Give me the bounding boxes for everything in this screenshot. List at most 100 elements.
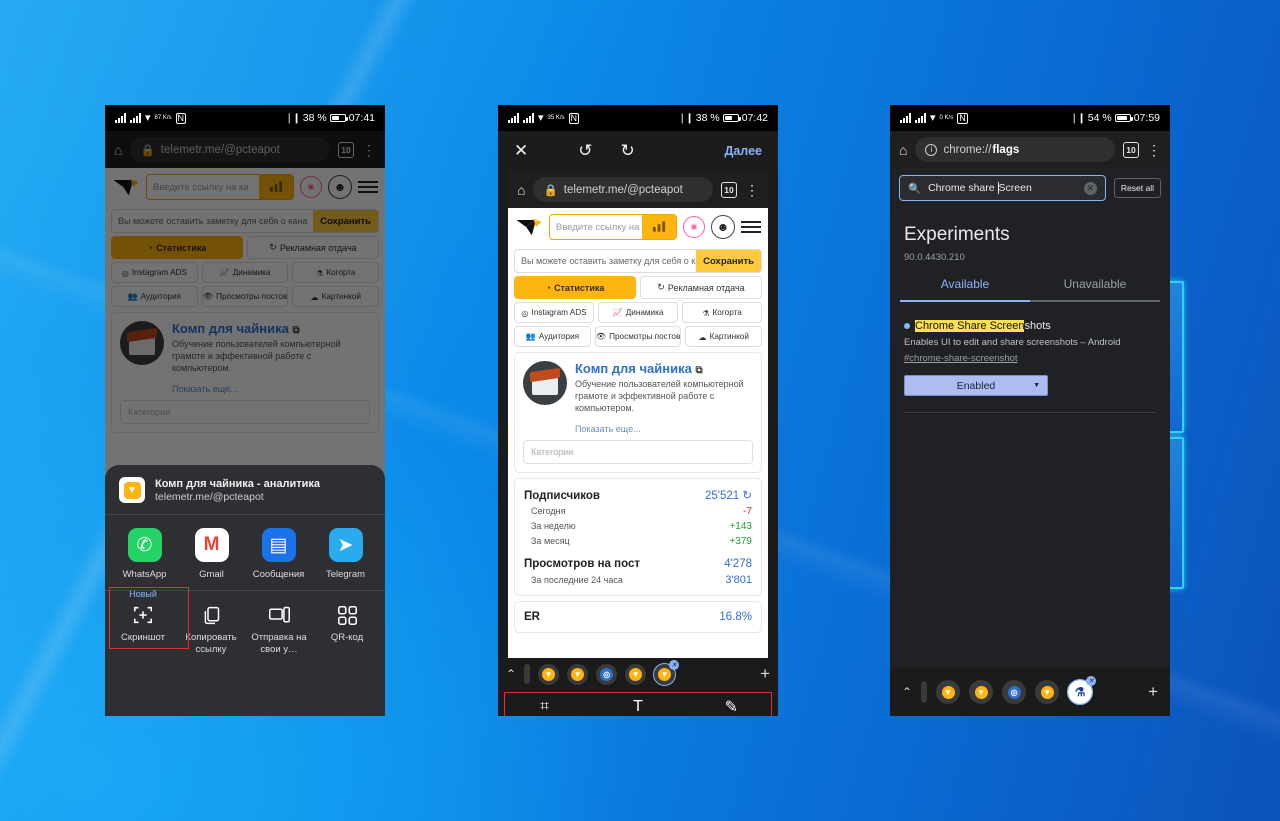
chip-cohort[interactable]: ⚗ Когорта — [682, 302, 762, 323]
eye-icon: 👁 — [595, 331, 607, 341]
close-icon[interactable]: ✕ — [514, 141, 528, 161]
tab-available[interactable]: Available — [900, 277, 1030, 300]
note-field[interactable]: Вы можете оставить заметку для себя о ка… — [514, 249, 762, 273]
menu-kebab-icon[interactable]: ⋮ — [745, 183, 759, 197]
people-icon: 👥 — [525, 331, 536, 341]
share-app-whatsapp[interactable]: ✆ WhatsApp — [111, 528, 178, 580]
gauge-icon: ◔ — [545, 282, 552, 293]
menu-kebab-icon[interactable]: ⋮ — [1147, 143, 1161, 157]
thumbnail-chip-3[interactable]: ◎ — [596, 663, 618, 685]
close-icon[interactable]: ✕ — [1086, 676, 1097, 686]
redo-icon[interactable]: ↻ — [621, 141, 635, 161]
tab-counter[interactable]: 10 — [721, 181, 737, 198]
bug-icon[interactable]: ✷ — [683, 216, 705, 238]
telemetr-page: Введите ссылку на ка ✷ ☻ Вы можете остав… — [508, 208, 768, 634]
chip-label: Просмотры постов — [609, 332, 681, 341]
clear-icon[interactable]: ✕ — [1083, 181, 1097, 195]
info-icon[interactable]: i — [925, 143, 938, 156]
url-bar[interactable]: 🔒 telemetr.me/@pcteapot — [533, 177, 713, 202]
close-icon[interactable]: ✕ — [669, 659, 680, 670]
share-sheet: ▼ Комп для чайника - аналитика telemetr.… — [105, 465, 385, 716]
flag-name: Chrome Share Screenshots — [904, 320, 1156, 332]
channel-description: Обучение пользователей компьютерной грам… — [575, 379, 744, 414]
tab-statistics[interactable]: ◔ Статистика — [514, 276, 636, 299]
stat-er: ER 16.8% — [524, 609, 752, 625]
chip-audience[interactable]: 👥 Аудитория — [514, 326, 591, 347]
tab-counter[interactable]: 10 — [1123, 141, 1139, 158]
thumbnail-chip-2[interactable]: ▼ — [567, 663, 589, 685]
thumbnail-chip-2[interactable]: ▼ — [969, 680, 994, 704]
plus-icon[interactable]: + — [760, 664, 770, 684]
chip-label: Аудитория — [538, 332, 580, 341]
stat-value: +143 — [729, 521, 752, 533]
thumbnail-chip-active[interactable]: ⚗ ✕ — [1067, 676, 1097, 705]
tab-ad-performance[interactable]: ↻ Рекламная отдача — [640, 276, 762, 299]
screenshot-chip-bar: ⌃ ▼ ▼ ◎ ▼ ▼ ✕ + — [498, 658, 778, 690]
plus-icon[interactable]: + — [1148, 682, 1158, 702]
chip-post-views[interactable]: 👁 Просмотры постов — [594, 326, 682, 347]
flag-state-select[interactable]: Enabled ▼ — [904, 375, 1048, 396]
thumbnail-chip-4[interactable]: ▼ — [1035, 680, 1060, 704]
url-bar[interactable]: i chrome://flags — [915, 137, 1115, 162]
thumbnail-chip-1[interactable]: ▼ — [936, 680, 961, 704]
chip-instagram-ads[interactable]: ◎ Instagram ADS — [514, 302, 594, 323]
refresh-icon: ↻ — [657, 282, 665, 292]
avatar[interactable]: ☻ — [711, 215, 735, 239]
flag-entry-chrome-share-screenshots: Chrome Share Screenshots Enables UI to e… — [890, 302, 1170, 396]
thumbnail-chip-active[interactable]: ▼ ✕ — [653, 659, 680, 686]
search-icon: 🔍 — [908, 182, 922, 195]
action-qr-code[interactable]: QR-код — [313, 601, 381, 655]
subscriber-stats-card: Подписчиков 25'521 ↻ Сегодня -7 За недел… — [514, 478, 762, 597]
flags-search-input[interactable]: 🔍 Chrome share Screen ✕ — [899, 175, 1106, 201]
share-app-messages[interactable]: ▤ Сообщения — [245, 528, 312, 580]
page-tabs: ◔ Статистика ↻ Рекламная отдача — [514, 276, 762, 299]
show-more-link[interactable]: Показать еще... — [575, 424, 753, 434]
action-send-to-devices[interactable]: Отправка на свои у… — [245, 601, 313, 655]
captured-screenshot-preview[interactable]: ⌂ 🔒 telemetr.me/@pcteapot 10 ⋮ Введите с… — [508, 171, 768, 658]
reset-all-button[interactable]: Reset all — [1113, 178, 1161, 198]
messages-icon: ▤ — [261, 528, 296, 562]
undo-icon[interactable]: ↺ — [578, 141, 592, 161]
signal-icon-2 — [130, 113, 141, 123]
status-bar: ▾ 87 K/s N ❘❙ 38 % 07:41 — [105, 105, 385, 131]
stat-subscribers: Подписчиков 25'521 ↻ — [524, 486, 752, 504]
channel-link-input[interactable]: Введите ссылку на ка — [549, 214, 677, 240]
network-speed-indicator: 87 K/s — [154, 115, 172, 121]
chevron-up-icon[interactable]: ⌃ — [506, 667, 516, 681]
chip-as-image[interactable]: ☁ Картинкой — [685, 326, 763, 347]
share-app-gmail[interactable]: M Gmail — [178, 528, 245, 580]
hamburger-menu-icon[interactable] — [741, 221, 761, 233]
action-label: Отправка на свои у… — [251, 632, 307, 655]
share-app-telegram[interactable]: ➤ Telegram — [312, 528, 379, 580]
home-icon[interactable]: ⌂ — [517, 182, 525, 198]
flag-anchor-link[interactable]: #chrome-share-screenshot — [904, 353, 1018, 364]
next-button[interactable]: Далее — [724, 144, 762, 158]
status-bar: ▾ 35 K/s N ❘❙ 38 % 07:42 — [498, 105, 778, 131]
site-favicon: ▼ — [119, 477, 145, 503]
telegram-icon: ➤ — [328, 528, 363, 562]
save-note-button[interactable]: Сохранить — [696, 250, 761, 272]
vibrate-icon: ❘❙ — [678, 112, 694, 124]
thumbnail-chip-1[interactable]: ▼ — [538, 663, 560, 685]
chip-label: Динамика — [625, 308, 664, 317]
thumbnail-chip-4[interactable]: ▼ — [625, 663, 647, 685]
stat-label: Подписчиков — [524, 490, 600, 503]
phone-screenshot-2: ▾ 35 K/s N ❘❙ 38 % 07:42 ✕ ↺ ↻ Далее ⌂ 🔒… — [498, 105, 778, 716]
chip-dynamics[interactable]: 📈 Динамика — [598, 302, 678, 323]
home-icon[interactable]: ⌂ — [899, 142, 907, 158]
analyze-button[interactable] — [642, 215, 676, 239]
flag-state-value: Enabled — [956, 379, 996, 392]
tab-unavailable[interactable]: Unavailable — [1030, 277, 1160, 300]
categories-field[interactable]: Категории — [523, 440, 753, 465]
chevron-up-icon[interactable]: ⌃ — [902, 685, 912, 699]
er-card: ER 16.8% — [514, 601, 762, 634]
refresh-icon[interactable]: ↻ — [742, 490, 752, 502]
channel-card: Комп для чайника ⧉ Обучение пользователе… — [514, 352, 762, 474]
thumbnail-chip-3[interactable]: ◎ — [1002, 680, 1027, 704]
wifi-icon: ▾ — [145, 111, 151, 124]
copy-icon[interactable]: ⧉ — [695, 365, 702, 376]
telemetr-logo-icon — [516, 218, 542, 236]
stat-label: За месяц — [531, 536, 570, 547]
search-value-selected: Screen — [997, 182, 1032, 194]
cloud-down-icon: ☁ — [698, 332, 707, 342]
